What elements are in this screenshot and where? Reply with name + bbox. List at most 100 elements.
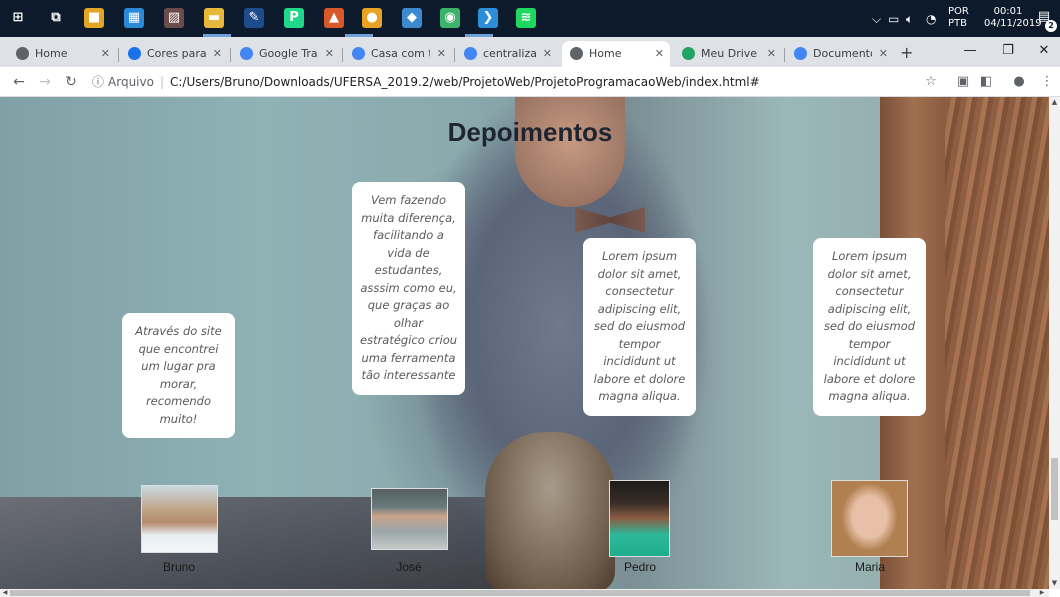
pycharm-icon[interactable]: P: [284, 8, 304, 28]
tab-separator: [454, 48, 455, 62]
translate-icon: [240, 47, 253, 60]
tab-label: Google Tradut: [259, 47, 318, 60]
testimonial-card: Vem fazendo muita diferença, facilitando…: [352, 182, 465, 395]
testimonial-author: Pedro: [623, 560, 657, 574]
close-window-button[interactable]: ✕: [1034, 43, 1054, 58]
browser-tab[interactable]: Google Tradut ✕: [232, 41, 340, 67]
tab-separator: [784, 48, 785, 62]
url-scheme-label: Arquivo: [108, 75, 154, 89]
tab-label: Casa com três: [371, 47, 430, 60]
google-g-icon: [464, 47, 477, 60]
tab-close-icon[interactable]: ✕: [879, 46, 888, 62]
reload-button[interactable]: ↻: [62, 73, 80, 91]
browser-tab[interactable]: Home ✕: [8, 41, 116, 67]
testimonial-author: Maria: [854, 560, 885, 574]
tab-close-icon[interactable]: ✕: [101, 46, 110, 62]
background-shoe: [485, 432, 615, 589]
google-g-icon: [352, 47, 365, 60]
tab-close-icon[interactable]: ✕: [213, 46, 222, 62]
clock-date: 04/11/2019: [984, 18, 1042, 29]
tab-label: Home: [589, 47, 622, 60]
tab-label: centralizar text: [483, 47, 536, 60]
tab-close-icon[interactable]: ✕: [437, 46, 446, 62]
browser-tab[interactable]: centralizar text ✕: [456, 41, 558, 67]
testimonial-author: Bruno: [162, 560, 196, 574]
drive-icon: [682, 47, 695, 60]
page-viewport: Depoimentos Através do site que encontre…: [0, 97, 1049, 589]
extension-icon-2[interactable]: ◧: [977, 74, 995, 90]
windows-taskbar: ⊞ ⧉ ■ ▦ ▨ ▬ ✎ P ▲ ● ◆ ◉ ❯ ≋ ⌵ ▭ 🔈︎ ◔ POR PTB 00:01 04…: [0, 0, 1060, 37]
task-view-icon[interactable]: ⧉: [46, 8, 66, 28]
testimonial-avatar-jose: [371, 488, 448, 550]
address-bar[interactable]: ⓘ Arquivo | C:/Users/Bruno/Downloads/UFERSA…: [92, 71, 952, 93]
wifi-icon[interactable]: ◔: [926, 12, 936, 26]
section-title: Depoimentos: [447, 117, 613, 147]
browser-tab[interactable]: Documento se ✕: [786, 41, 894, 67]
scroll-down-arrow[interactable]: ▼: [1049, 578, 1060, 589]
scroll-left-arrow[interactable]: ◀: [0, 589, 10, 597]
battery-icon[interactable]: ▭: [888, 12, 899, 26]
forward-button[interactable]: →: [36, 73, 54, 91]
clock[interactable]: 00:01 04/11/2019: [984, 6, 1042, 30]
vertical-scrollbar-thumb[interactable]: [1051, 458, 1058, 520]
keyboard-layout: PTB: [948, 18, 967, 29]
chrome-icon[interactable]: ●: [362, 8, 382, 28]
clock-time: 00:01: [993, 6, 1023, 17]
restore-button[interactable]: ❐: [998, 43, 1018, 58]
browser-toolbar: ← → ↻ ⓘ Arquivo | C:/Users/Bruno/Downloads/…: [0, 67, 1060, 97]
menu-kebab-icon[interactable]: ⋮: [1038, 74, 1056, 90]
testimonial-card: Através do site que encontrei um lugar p…: [122, 313, 235, 438]
url-text: C:/Users/Bruno/Downloads/UFERSA_2019.2/w…: [170, 75, 760, 89]
browser-tab[interactable]: Meu Drive - Go ✕: [674, 41, 782, 67]
new-tab-button[interactable]: +: [900, 45, 913, 61]
horizontal-scrollbar-thumb[interactable]: [10, 590, 1030, 596]
app-green-icon[interactable]: ◉: [440, 8, 460, 28]
scroll-right-arrow[interactable]: ▶: [1037, 589, 1047, 597]
testimonial-card: Lorem ipsum dolor sit amet, consectetur …: [583, 238, 696, 416]
scroll-up-arrow[interactable]: ▲: [1049, 97, 1060, 108]
url-divider: |: [159, 75, 164, 89]
site-info-icon[interactable]: ⓘ: [92, 75, 104, 89]
app-photo-icon[interactable]: ▨: [164, 8, 184, 28]
tab-active[interactable]: Home ✕: [562, 41, 670, 67]
tab-label: Home: [35, 47, 68, 60]
tab-close-icon[interactable]: ✕: [655, 46, 664, 62]
app-blue-icon[interactable]: ◆: [402, 8, 422, 28]
tab-label: Meu Drive - Go: [701, 47, 760, 60]
testimonial-avatar-pedro: [609, 480, 670, 557]
browser-tab-strip: Home✕Cores para Site✕Google Tradut✕Casa …: [0, 37, 1060, 67]
browser-tab[interactable]: Casa com três ✕: [344, 41, 452, 67]
tab-close-icon[interactable]: ✕: [325, 46, 334, 62]
tab-separator: [342, 48, 343, 62]
back-button[interactable]: ←: [10, 73, 28, 91]
minimize-button[interactable]: —: [960, 43, 980, 58]
windows-start-icon[interactable]: ⊞: [8, 8, 28, 28]
app-calculator-icon[interactable]: ▦: [124, 8, 144, 28]
testimonial-avatar-bruno: [141, 485, 218, 553]
vscode-icon[interactable]: ❯: [478, 8, 498, 28]
tab-close-icon[interactable]: ✕: [767, 46, 776, 62]
profile-avatar[interactable]: ●: [1010, 74, 1028, 90]
folder-icon[interactable]: ▬: [204, 8, 224, 28]
bookmark-star-icon[interactable]: ☆: [922, 74, 940, 90]
globe-icon: [570, 47, 583, 60]
tab-close-icon[interactable]: ✕: [543, 46, 552, 62]
background-person-head: [515, 97, 625, 207]
testimonial-avatar-maria: [831, 480, 908, 557]
globe-icon: [16, 47, 29, 60]
testimonial-card: Lorem ipsum dolor sit amet, consectetur …: [813, 238, 926, 416]
input-language[interactable]: POR PTB: [948, 6, 978, 30]
spotify-icon[interactable]: ≋: [516, 8, 536, 28]
matlab-icon[interactable]: ▲: [324, 8, 344, 28]
tab-label: Cores para Site: [147, 47, 206, 60]
tab-separator: [118, 48, 119, 62]
tray-expand-icon[interactable]: ⌵: [872, 12, 881, 27]
volume-icon[interactable]: 🔈︎: [906, 12, 913, 27]
site-c-icon: [128, 47, 141, 60]
docs-icon: [794, 47, 807, 60]
app-colored-squares-icon[interactable]: ■: [84, 8, 104, 28]
extension-icon[interactable]: ▣: [954, 74, 972, 90]
notification-count-badge: 2: [1045, 20, 1057, 32]
paint-icon[interactable]: ✎: [244, 8, 264, 28]
browser-tab[interactable]: Cores para Site ✕: [120, 41, 228, 67]
